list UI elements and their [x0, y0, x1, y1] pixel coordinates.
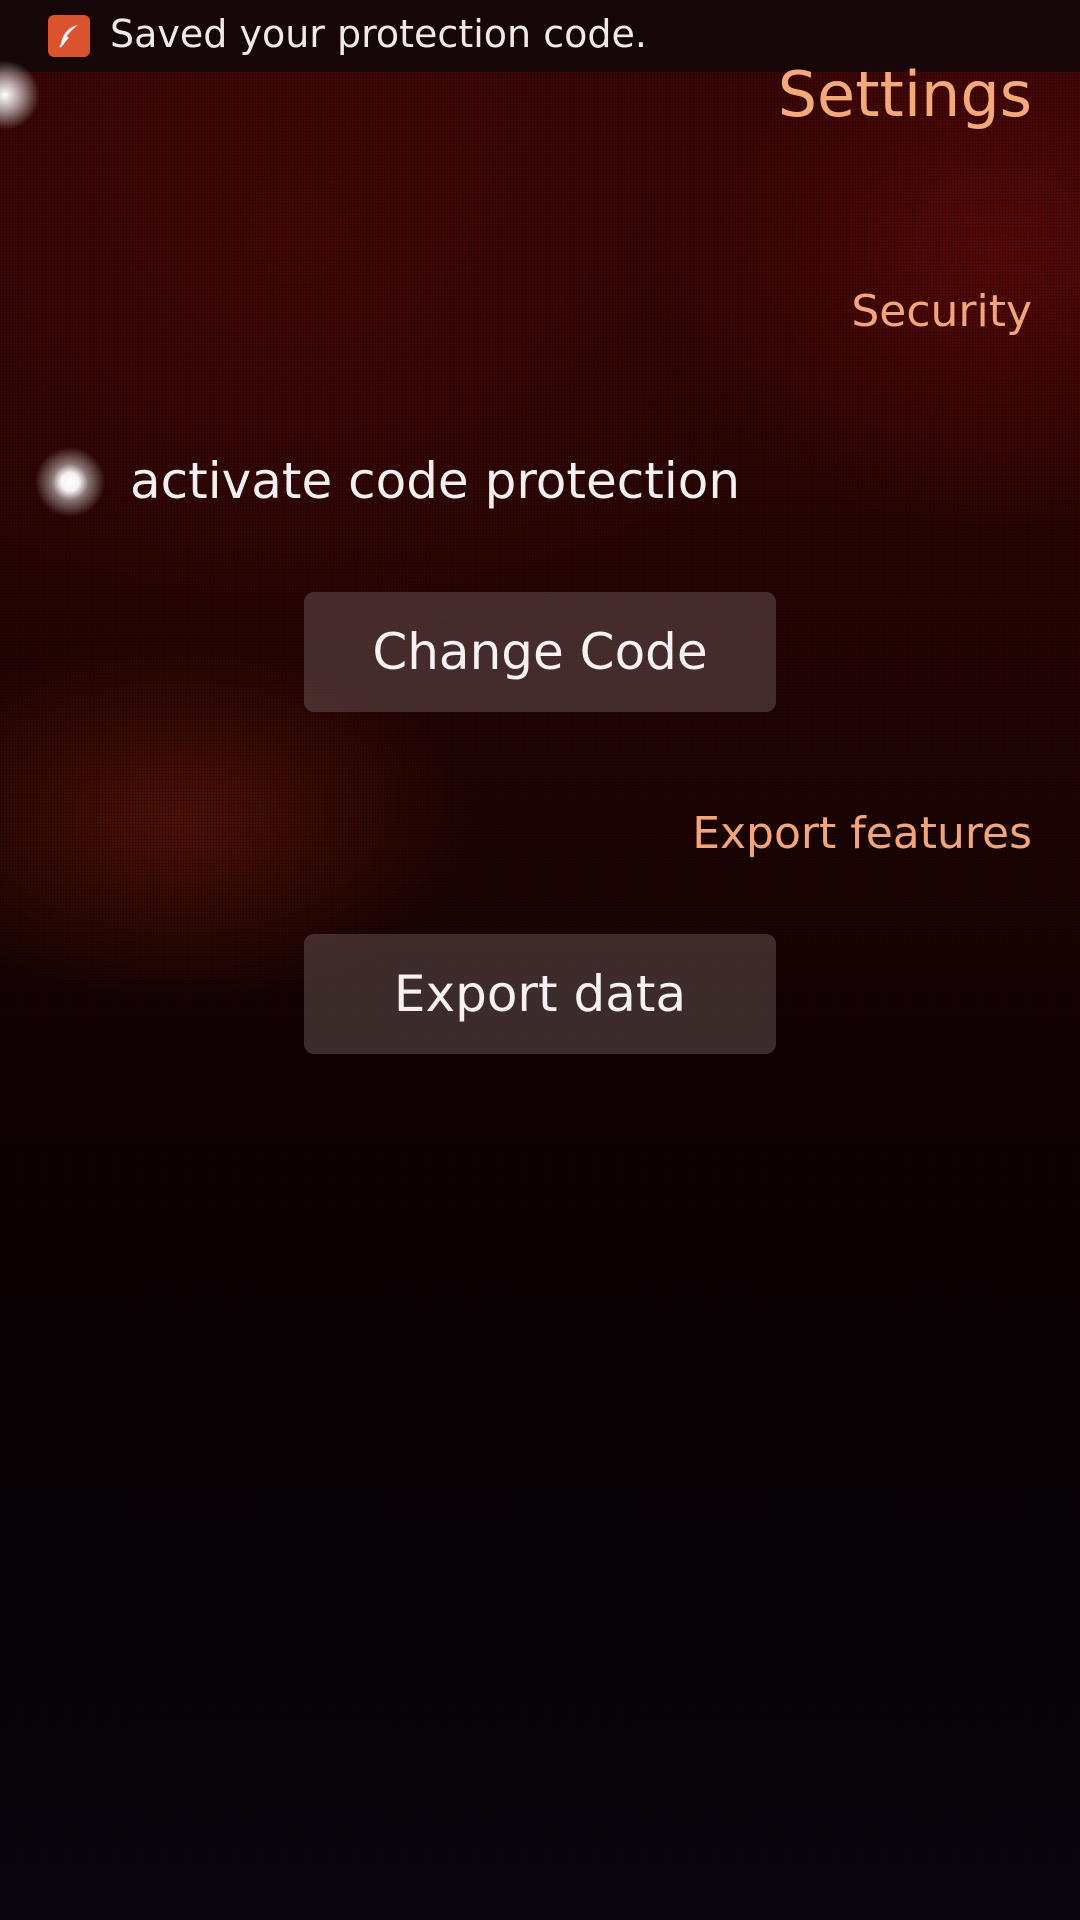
switch-on-indicator — [30, 442, 110, 522]
code-protection-switch[interactable]: activate code protection — [0, 430, 1080, 534]
change-code-button[interactable]: Change Code — [304, 592, 776, 712]
section-header-export: Export features — [692, 808, 1032, 859]
notification-message: Saved your protection code. — [110, 12, 647, 56]
code-protection-label: activate code protection — [130, 452, 741, 510]
export-data-button[interactable]: Export data — [304, 934, 776, 1054]
page-title: Settings — [777, 58, 1032, 131]
section-header-security: Security — [851, 286, 1032, 337]
feather-app-icon — [48, 15, 90, 57]
